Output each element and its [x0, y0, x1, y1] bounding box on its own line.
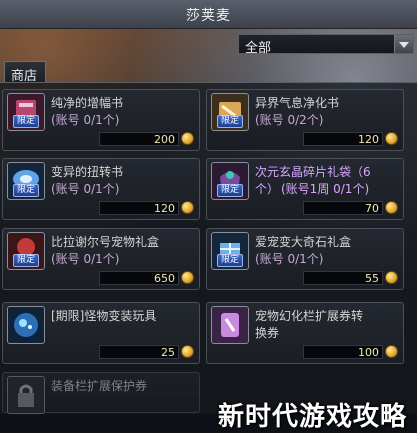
shop-item-card[interactable]: 限定 纯净的增幅书 (账号 0/1个) 200 [2, 89, 200, 151]
shop-item-card[interactable]: 限定 异界气息净化书 (账号 0/2个) 120 [206, 89, 404, 151]
item-price: 120 [154, 202, 175, 215]
item-name: 宠物幻化栏扩展券转 [255, 309, 364, 323]
watermark-text: 新时代游戏攻略 [218, 402, 408, 432]
coin-icon [385, 345, 398, 358]
item-price: 120 [358, 133, 379, 146]
coin-icon [181, 271, 194, 284]
shop-item-card[interactable]: 限定 爱宠变大奇石礼盒 (账号 0/1个) 55 [206, 228, 404, 290]
price-bar: 650 [99, 271, 179, 285]
price-bar: 55 [303, 271, 383, 285]
shop-item-card[interactable]: 宠物幻化栏扩展券转 换券 100 [206, 302, 404, 364]
item-limit: (账号 0/2个) [255, 113, 324, 127]
chevron-down-icon[interactable] [394, 35, 413, 53]
category-filter-dropdown[interactable]: 全部 [238, 34, 414, 56]
item-limit: (账号1周 0/1个) [281, 182, 370, 196]
item-price: 70 [365, 202, 379, 215]
price-bar: 120 [303, 132, 383, 146]
shop-item-card[interactable]: 限定 变异的扭转书 (账号 0/1个) 120 [2, 158, 200, 220]
shop-item-card[interactable]: 装备栏扩展保护券 [2, 372, 200, 414]
price-bar: 200 [99, 132, 179, 146]
window-titlebar: 莎荚麦 [0, 0, 417, 29]
price-bar: 70 [303, 201, 383, 215]
item-limit: (账号 0/1个) [51, 182, 120, 196]
shop-item-card[interactable]: 限定 比拉谢尔号宠物礼盒 (账号 0/1个) 650 [2, 228, 200, 290]
item-price: 25 [161, 346, 175, 359]
limited-badge: 限定 [217, 184, 244, 197]
item-name: 爱宠变大奇石礼盒 [255, 235, 352, 249]
ticket-icon [211, 306, 249, 344]
coin-icon [385, 132, 398, 145]
limited-badge: 限定 [217, 254, 244, 267]
item-name-continued: 个） [255, 182, 280, 196]
limited-badge: 限定 [217, 115, 244, 128]
shop-item-card[interactable]: 限定 次元玄晶碎片礼袋（6 个） (账号1周 0/1个) 70 [206, 158, 404, 220]
item-name-continued: 换券 [255, 326, 280, 340]
item-limit: (账号 0/1个) [51, 113, 120, 127]
shop-item-card[interactable]: [期限]怪物变装玩具 25 [2, 302, 200, 364]
coin-icon [181, 132, 194, 145]
item-name: [期限]怪物变装玩具 [51, 309, 157, 323]
limited-badge: 限定 [13, 184, 40, 197]
item-price: 100 [358, 346, 379, 359]
lock-ticket-icon [7, 376, 45, 414]
item-name: 纯净的增幅书 [51, 96, 124, 110]
toy-icon [7, 306, 45, 344]
category-filter-value: 全部 [245, 41, 272, 56]
item-price: 200 [154, 133, 175, 146]
price-bar: 120 [99, 201, 179, 215]
item-limit: (账号 0/1个) [51, 252, 120, 266]
item-name: 变异的扭转书 [51, 165, 124, 179]
coin-icon [385, 271, 398, 284]
limited-badge: 限定 [13, 115, 40, 128]
coin-icon [181, 201, 194, 214]
coin-icon [181, 345, 194, 358]
item-name: 装备栏扩展保护券 [51, 379, 148, 393]
price-bar: 25 [99, 345, 179, 359]
item-name: 异界气息净化书 [255, 96, 340, 110]
item-name: 次元玄晶碎片礼袋（6 [255, 165, 371, 179]
tab-shop[interactable]: 商店 [4, 61, 46, 84]
item-price: 650 [154, 272, 175, 285]
item-price: 55 [365, 272, 379, 285]
item-limit: (账号 0/1个) [255, 252, 324, 266]
coin-icon [385, 201, 398, 214]
item-name: 比拉谢尔号宠物礼盒 [51, 235, 160, 249]
window-title: 莎荚麦 [186, 8, 231, 24]
limited-badge: 限定 [13, 254, 40, 267]
price-bar: 100 [303, 345, 383, 359]
